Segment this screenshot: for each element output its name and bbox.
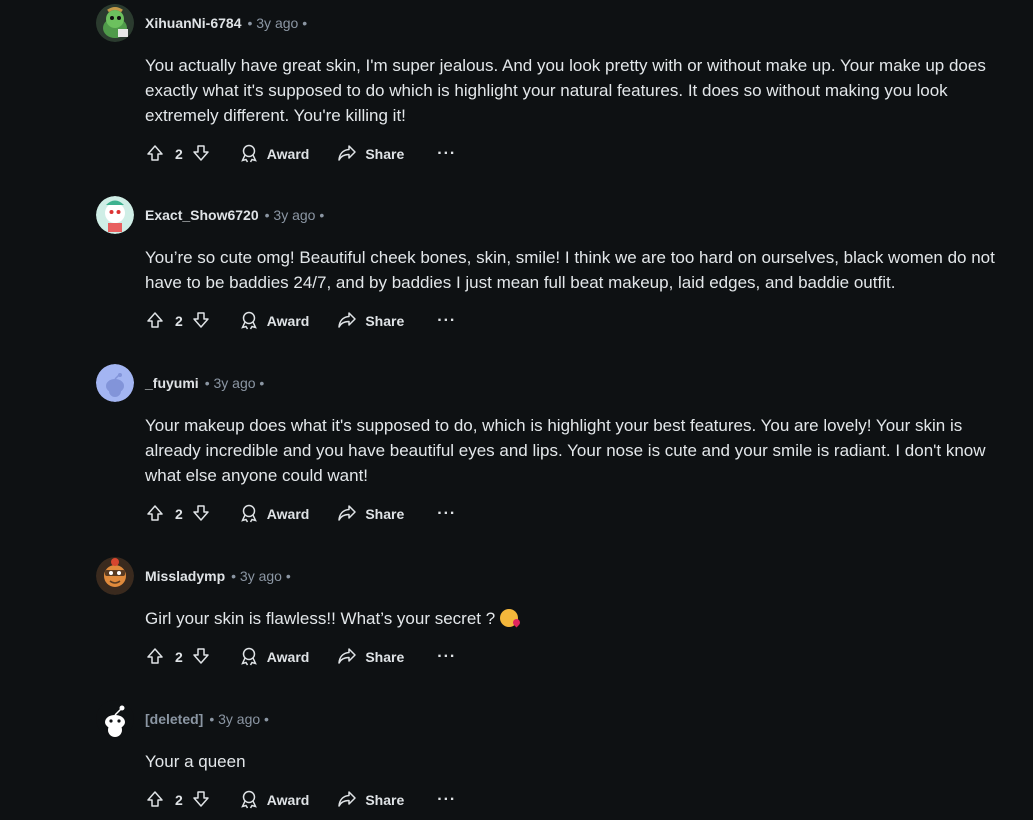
comment-author[interactable]: Exact_Show6720 — [145, 207, 259, 223]
comment-meta: Exact_Show6720 • 3y ago • — [96, 196, 1026, 234]
downvote-icon[interactable] — [191, 789, 211, 812]
avatar[interactable] — [96, 4, 134, 42]
downvote-icon[interactable] — [191, 310, 211, 333]
share-label: Share — [365, 506, 405, 522]
downvote-icon[interactable] — [191, 503, 211, 526]
comment-author[interactable]: Missladymp — [145, 568, 225, 584]
award-label: Award — [266, 313, 310, 329]
award-button[interactable]: Award — [239, 789, 310, 812]
vote-group: 2 — [145, 646, 211, 669]
comment-body: You’re so cute omg! Beautiful cheek bone… — [145, 248, 995, 292]
comment-author[interactable]: XihuanNi-6784 — [145, 15, 241, 31]
share-label: Share — [365, 146, 405, 162]
comment-actions: 2 Award Share ··· — [145, 141, 1026, 167]
award-icon — [239, 143, 267, 166]
share-button[interactable]: Share — [337, 503, 404, 526]
share-icon — [337, 310, 365, 333]
more-options-button[interactable]: ··· — [437, 791, 456, 809]
award-icon — [239, 310, 267, 333]
comment-author: [deleted] — [145, 711, 204, 727]
vote-count: 2 — [175, 313, 183, 329]
award-icon — [239, 503, 267, 526]
comment-body: Your makeup does what it's supposed to d… — [145, 416, 986, 485]
comment: XihuanNi-6784 • 3y ago • You actually ha… — [96, 4, 1026, 167]
vote-group: 2 — [145, 789, 211, 812]
vote-group: 2 — [145, 143, 211, 166]
avatar[interactable] — [96, 557, 134, 595]
comment-timestamp: • 3y ago • — [231, 568, 291, 584]
more-options-button[interactable]: ··· — [437, 648, 456, 666]
more-options-button[interactable]: ··· — [437, 505, 456, 523]
comment-text: Girl your skin is flawless!! What’s your… — [145, 609, 496, 628]
comment-actions: 2 Award Share ··· — [145, 644, 1026, 670]
comment: Exact_Show6720 • 3y ago • You’re so cute… — [96, 196, 1026, 334]
comment-meta: XihuanNi-6784 • 3y ago • — [96, 4, 1026, 42]
comment-timestamp: • 3y ago • — [209, 711, 269, 727]
face-blowing-kiss-emoji — [499, 609, 518, 627]
more-options-button[interactable]: ··· — [437, 312, 456, 330]
comment: _fuyumi • 3y ago • Your makeup does what… — [96, 364, 1026, 527]
comment-meta: _fuyumi • 3y ago • — [96, 364, 1026, 402]
share-icon — [337, 789, 365, 812]
avatar[interactable] — [96, 364, 134, 402]
award-label: Award — [266, 506, 310, 522]
vote-count: 2 — [175, 506, 183, 522]
vote-count: 2 — [175, 649, 183, 665]
share-button[interactable]: Share — [337, 143, 404, 166]
award-button[interactable]: Award — [239, 310, 310, 333]
avatar[interactable] — [96, 700, 134, 738]
comment-timestamp: • 3y ago • — [247, 15, 308, 31]
comment-feed: XihuanNi-6784 • 3y ago • You actually ha… — [0, 0, 1033, 820]
award-label: Award — [266, 146, 310, 162]
share-button[interactable]: Share — [337, 646, 404, 669]
share-label: Share — [365, 313, 405, 329]
share-label: Share — [365, 649, 405, 665]
award-label: Award — [266, 792, 310, 808]
vote-count: 2 — [175, 146, 183, 162]
award-icon — [239, 646, 267, 669]
comment-body: Girl your skin is flawless!! What’s your… — [145, 606, 1020, 631]
vote-count: 2 — [175, 792, 183, 808]
vote-group: 2 — [145, 310, 211, 333]
vote-group: 2 — [145, 503, 211, 526]
comment-actions: 2 Award Share ··· — [145, 787, 1026, 813]
comment: Missladymp • 3y ago • Girl your skin is … — [96, 557, 1026, 670]
comment-actions: 2 Award Share ··· — [145, 501, 1026, 527]
award-button[interactable]: Award — [239, 143, 310, 166]
award-button[interactable]: Award — [239, 503, 310, 526]
award-label: Award — [266, 649, 310, 665]
comment-meta: Missladymp • 3y ago • — [96, 557, 1026, 595]
share-icon — [337, 646, 365, 669]
comment-meta: [deleted] • 3y ago • — [96, 700, 1026, 738]
upvote-icon[interactable] — [145, 646, 165, 669]
share-icon — [337, 143, 365, 166]
share-label: Share — [365, 792, 405, 808]
comment-body: Your a queen — [145, 752, 246, 771]
upvote-icon[interactable] — [145, 143, 165, 166]
downvote-icon[interactable] — [191, 143, 211, 166]
upvote-icon[interactable] — [145, 310, 165, 333]
comment-actions: 2 Award Share ··· — [145, 308, 1026, 334]
avatar[interactable] — [96, 196, 134, 234]
more-options-button[interactable]: ··· — [437, 145, 456, 163]
upvote-icon[interactable] — [145, 789, 165, 812]
award-button[interactable]: Award — [239, 646, 310, 669]
upvote-icon[interactable] — [145, 503, 165, 526]
award-icon — [239, 789, 267, 812]
comment-author[interactable]: _fuyumi — [145, 375, 199, 391]
downvote-icon[interactable] — [191, 646, 211, 669]
share-icon — [337, 503, 365, 526]
comment: [deleted] • 3y ago • Your a queen 2 Awar… — [96, 700, 1026, 813]
comment-timestamp: • 3y ago • — [264, 207, 325, 223]
comment-timestamp: • 3y ago • — [204, 375, 265, 391]
share-button[interactable]: Share — [337, 789, 404, 812]
comment-body: You actually have great skin, I'm super … — [145, 56, 986, 125]
share-button[interactable]: Share — [337, 310, 404, 333]
